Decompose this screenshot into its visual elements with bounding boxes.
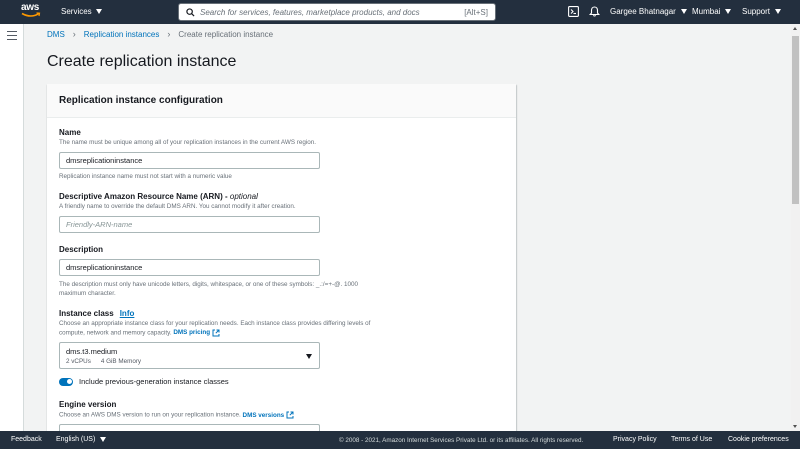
- engine-version-label: Engine version: [59, 400, 117, 409]
- configuration-panel: Replication instance configuration Name …: [47, 84, 516, 435]
- arn-input[interactable]: Friendly-ARN-name: [59, 215, 320, 233]
- breadcrumb-current: Create replication instance: [178, 29, 274, 39]
- description-hint: The description must only have unicode l…: [59, 281, 358, 298]
- description-field: Description dmsreplicationinstance The d…: [59, 245, 358, 298]
- description-hint-line1: The description must only have unicode l…: [59, 281, 359, 288]
- search-icon: [186, 7, 195, 17]
- breadcrumb: DMS › Replication instances › Create rep…: [47, 29, 273, 39]
- engine-version-description: Choose an AWS DMS version to run on your…: [59, 411, 320, 420]
- instance-class-value: dms.t3.medium: [66, 346, 118, 356]
- breadcrumb-separator-icon: ›: [167, 29, 171, 39]
- description-label: Description: [59, 245, 104, 254]
- description-input[interactable]: dmsreplicationinstance: [59, 259, 320, 276]
- support-menu[interactable]: Support: [742, 7, 782, 16]
- name-input[interactable]: dmsreplicationinstance: [59, 151, 320, 169]
- services-menu[interactable]: Services: [61, 7, 102, 16]
- arn-label: Descriptive Amazon Resource Name (ARN) -…: [59, 192, 320, 201]
- instance-class-select[interactable]: dms.t3.medium 2 vCPUs 4 GiB Memory: [59, 341, 320, 369]
- user-name: Gargee Bhatnagar: [610, 7, 676, 16]
- instance-class-description-line2-text: compute, network and memory capacity.: [59, 329, 172, 337]
- left-rail: [0, 24, 24, 431]
- bell-icon[interactable]: [589, 6, 600, 17]
- breadcrumb-dms[interactable]: DMS: [47, 30, 65, 39]
- external-link-icon: [212, 329, 220, 336]
- instance-class-info-link[interactable]: Info: [120, 309, 135, 318]
- external-link-icon: [286, 411, 294, 419]
- chevron-down-icon: [775, 9, 782, 14]
- instance-class-description-line2: compute, network and memory capacity. DM…: [59, 329, 370, 338]
- terms-of-use-link[interactable]: Terms of Use: [671, 436, 712, 443]
- dms-versions-link[interactable]: DMS versions: [242, 411, 295, 419]
- breadcrumb-separator-icon: ›: [72, 29, 76, 39]
- user-menu[interactable]: Gargee Bhatnagar: [610, 7, 687, 16]
- name-label: Name: [59, 128, 81, 137]
- privacy-policy-link[interactable]: Privacy Policy: [613, 436, 657, 443]
- arn-label-text: Descriptive Amazon Resource Name (ARN) -: [59, 192, 228, 201]
- description-hint-line2: maximum character.: [59, 289, 116, 297]
- arn-optional: optional: [229, 192, 258, 201]
- instance-class-description: Choose an appropriate instance class for…: [59, 320, 370, 338]
- breadcrumb-replication-instances[interactable]: Replication instances: [84, 30, 160, 39]
- dms-pricing-link[interactable]: DMS pricing: [173, 329, 220, 336]
- panel-title: Replication instance configuration: [47, 84, 516, 118]
- cookie-preferences-link[interactable]: Cookie preferences: [728, 436, 789, 443]
- region-name: Mumbai: [692, 7, 721, 16]
- engine-version-field: Engine version Choose an AWS DMS version…: [59, 400, 320, 435]
- chevron-down-icon: [680, 9, 687, 14]
- engine-version-description-text: Choose an AWS DMS version to run on your…: [59, 411, 241, 419]
- chevron-down-icon: [100, 437, 107, 442]
- memory-value: 4 GiB Memory: [100, 357, 142, 365]
- previous-generation-toggle-row: Include previous-generation instance cla…: [59, 377, 229, 386]
- hamburger-icon[interactable]: [7, 31, 17, 43]
- footer: Feedback English (US) © 2008 - 2021, Ama…: [0, 431, 800, 449]
- search-shortcut: [Alt+S]: [464, 8, 488, 17]
- toggle-row: Include previous-generation instance cla…: [59, 377, 229, 386]
- name-description: The name must be unique among all of you…: [59, 139, 317, 146]
- chevron-down-icon: [95, 9, 102, 14]
- instance-class-field: Instance class Info Choose an appropriate…: [59, 309, 370, 369]
- vcpus-value: 2 vCPUs: [66, 357, 91, 365]
- arn-field: Descriptive Amazon Resource Name (ARN) -…: [59, 192, 320, 233]
- search-input[interactable]: [200, 7, 450, 17]
- page-title: Create replication instance: [47, 53, 237, 70]
- scrollbar-thumb[interactable]: [792, 36, 799, 204]
- previous-generation-label: Include previous-generation instance cla…: [79, 377, 229, 386]
- scroll-down-icon[interactable]: [793, 425, 797, 428]
- dms-versions-label: DMS versions: [242, 411, 285, 419]
- language-label: English (US): [56, 436, 96, 443]
- copyright: © 2008 - 2021, Amazon Internet Services …: [339, 436, 584, 444]
- name-field: Name The name must be unique among all o…: [59, 128, 320, 180]
- aws-logo-icon[interactable]: aws: [21, 3, 43, 21]
- instance-class-description-line1: Choose an appropriate instance class for…: [59, 320, 371, 327]
- feedback-link[interactable]: Feedback: [11, 436, 42, 443]
- search-box[interactable]: [Alt+S]: [178, 3, 496, 21]
- dropdown-caret-icon: [306, 353, 312, 359]
- instance-class-label: Instance class: [59, 309, 114, 318]
- page-scrollbar[interactable]: [791, 24, 800, 431]
- instance-class-label-row: Instance class Info: [59, 309, 370, 318]
- cloudshell-icon[interactable]: [568, 6, 579, 17]
- region-menu[interactable]: Mumbai: [692, 7, 732, 16]
- language-menu[interactable]: English (US): [56, 436, 107, 443]
- dms-pricing-label: DMS pricing: [173, 329, 211, 337]
- support-label: Support: [742, 7, 771, 16]
- top-navigation: aws Services [Alt+S] Gargee Bhatnagar Mu…: [0, 0, 800, 24]
- instance-class-specs: 2 vCPUs 4 GiB Memory: [66, 358, 313, 365]
- name-hint: Replication instance name must not start…: [59, 172, 232, 180]
- scroll-up-icon[interactable]: [793, 27, 797, 30]
- previous-generation-toggle[interactable]: [59, 377, 73, 386]
- chevron-down-icon: [725, 9, 732, 14]
- arn-description: A friendly name to override the default …: [59, 203, 296, 210]
- services-label: Services: [61, 7, 92, 16]
